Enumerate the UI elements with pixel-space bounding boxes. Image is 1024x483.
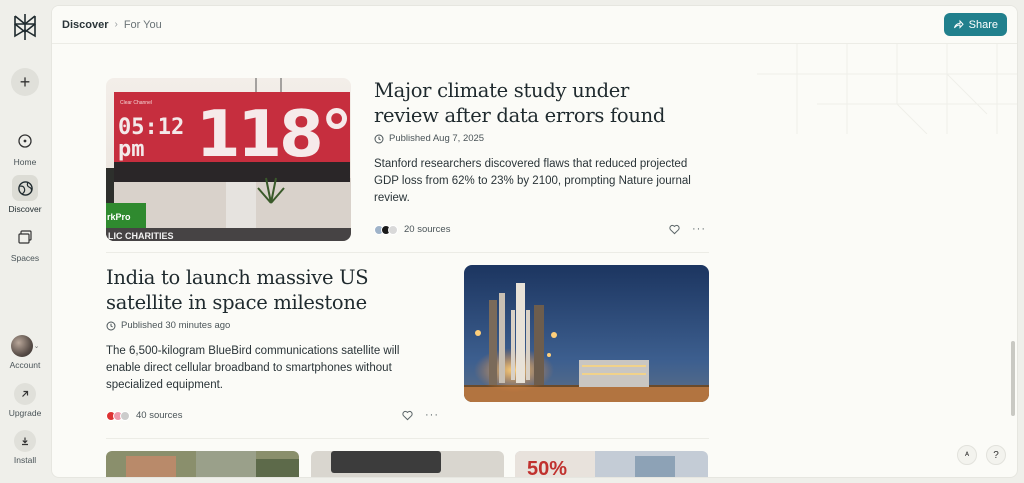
sidebar-item-account[interactable]: ⌄ Account xyxy=(0,335,50,370)
main-panel: Discover › For You Share Clear Channel 0… xyxy=(51,5,1018,478)
divider xyxy=(106,252,709,253)
decorative-pattern xyxy=(757,44,1017,134)
scrollbar[interactable] xyxy=(1011,341,1015,416)
sidebar-item-home[interactable]: Home xyxy=(0,128,50,167)
source-favicons xyxy=(374,224,398,235)
article-headline[interactable]: Major climate study under review after d… xyxy=(374,78,674,128)
sign-logo-text: Clear Channel xyxy=(120,100,152,106)
sidebar-item-label: Home xyxy=(13,157,37,167)
plus-icon: + xyxy=(19,71,31,92)
more-options-icon[interactable]: ··· xyxy=(692,223,706,235)
header: Discover › For You Share xyxy=(52,6,1017,44)
sidebar-item-install[interactable]: Install xyxy=(0,430,50,465)
thumbnail-text: 50% xyxy=(527,458,567,478)
sources-count: 40 sources xyxy=(136,410,183,421)
globe-icon xyxy=(12,175,38,201)
sidebar-item-upgrade[interactable]: Upgrade xyxy=(0,383,50,418)
share-label: Share xyxy=(968,18,998,31)
article-thumbnail[interactable] xyxy=(106,451,299,477)
sources-count: 20 sources xyxy=(404,224,451,235)
article-summary: The 6,500-kilogram BlueBird communicatio… xyxy=(106,345,400,391)
clock-icon xyxy=(374,134,384,143)
sidebar-item-label: Install xyxy=(13,455,37,465)
avatar xyxy=(10,335,33,357)
breadcrumb-current: For You xyxy=(123,18,162,31)
article-thumbnail[interactable] xyxy=(311,451,504,477)
sidebar-item-label: Upgrade xyxy=(8,408,42,418)
help-button[interactable]: ? xyxy=(986,445,1006,465)
clock-icon xyxy=(106,321,116,330)
share-button[interactable]: Share xyxy=(943,13,1007,36)
language-button[interactable]: ᴬ xyxy=(957,445,977,465)
svg-text:pm: pm xyxy=(118,137,145,162)
article-actions: ··· xyxy=(669,223,706,235)
sidebar-item-discover[interactable]: Discover xyxy=(0,175,50,214)
sidebar-item-label: Discover xyxy=(8,204,42,214)
question-mark-icon: ? xyxy=(993,449,999,461)
published-info: Published 30 minutes ago xyxy=(106,320,230,331)
sidebar-item-label: Account xyxy=(9,360,41,370)
download-icon xyxy=(14,430,36,452)
arrow-up-right-icon xyxy=(14,383,36,405)
sources-button[interactable]: 20 sources xyxy=(374,224,450,235)
article-image-heat-sign[interactable]: Clear Channel 05:12 pm 118° rkPro LIC CH… xyxy=(106,78,351,241)
perplexity-logo-icon[interactable] xyxy=(12,12,38,42)
svg-text:rkPro: rkPro xyxy=(107,212,131,222)
article-actions: ··· xyxy=(402,409,439,421)
breadcrumb-discover[interactable]: Discover xyxy=(62,19,108,31)
chevron-down-icon: ⌄ xyxy=(33,343,40,350)
sign-temp-text: 118° xyxy=(196,98,350,172)
more-options-icon[interactable]: ··· xyxy=(425,409,439,421)
sources-button[interactable]: 40 sources xyxy=(106,410,182,421)
source-favicons xyxy=(106,410,130,421)
article-image-rocket-launch[interactable] xyxy=(464,265,709,402)
heart-icon[interactable] xyxy=(669,224,680,235)
new-thread-button[interactable]: + xyxy=(11,68,39,96)
published-date: Published 30 minutes ago xyxy=(121,320,231,331)
compass-icon xyxy=(12,128,38,154)
sign-banner-text: LIC CHARITIES xyxy=(108,231,174,241)
spaces-icon xyxy=(12,224,38,250)
sidebar-item-spaces[interactable]: Spaces xyxy=(0,224,50,263)
article-thumbnail[interactable]: 50% xyxy=(515,451,708,478)
published-date: Published Aug 7, 2025 xyxy=(389,133,485,144)
article-summary: Stanford researchers discovered flaws th… xyxy=(374,158,691,204)
divider xyxy=(106,438,709,439)
translate-icon: ᴬ xyxy=(964,450,970,460)
article-headline[interactable]: India to launch massive US satellite in … xyxy=(106,265,426,315)
heart-icon[interactable] xyxy=(402,410,413,421)
published-info: Published Aug 7, 2025 xyxy=(374,133,484,144)
sidebar: + Home Discover Spaces ⌄ Account Upgrade xyxy=(0,0,50,483)
chevron-right-icon: › xyxy=(114,19,118,30)
share-icon xyxy=(953,19,964,29)
sidebar-item-label: Spaces xyxy=(10,253,40,263)
